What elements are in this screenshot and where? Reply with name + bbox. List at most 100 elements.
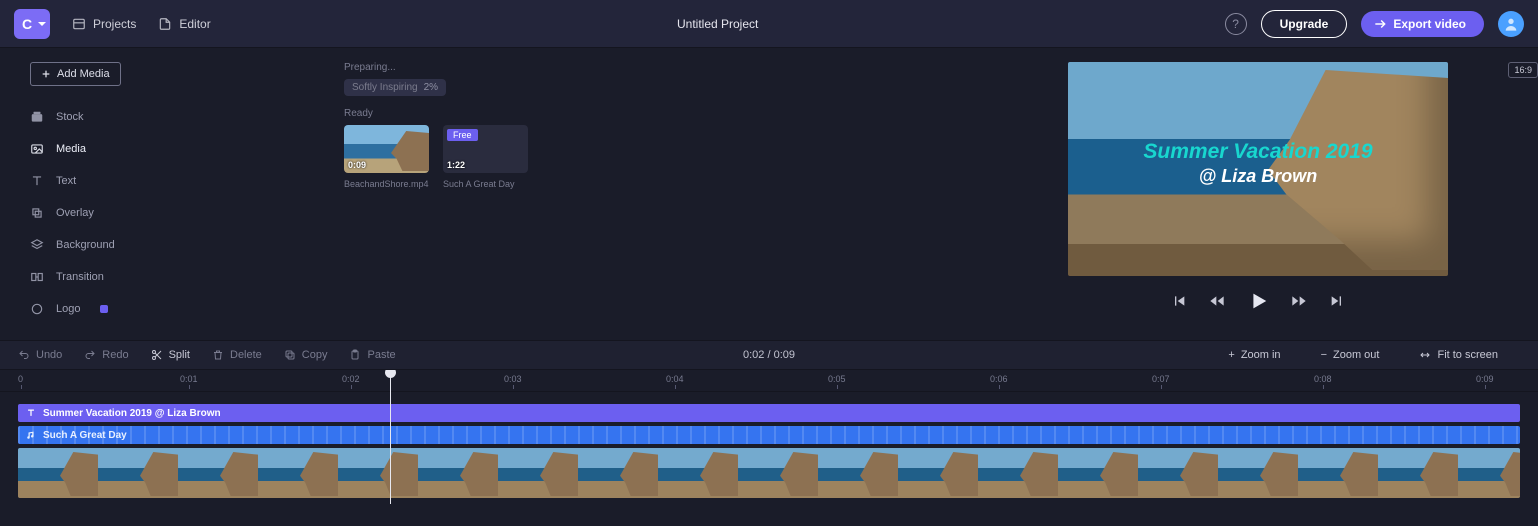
video-frame bbox=[178, 448, 258, 498]
header-right: ? Upgrade Export video bbox=[1225, 10, 1524, 38]
trash-icon bbox=[212, 349, 224, 361]
audio-track-label: Such A Great Day bbox=[43, 430, 127, 441]
user-icon bbox=[1503, 16, 1519, 32]
fit-button[interactable]: Fit to screen bbox=[1419, 349, 1498, 361]
delete-button[interactable]: Delete bbox=[212, 349, 262, 361]
video-track-clip[interactable] bbox=[18, 448, 1520, 498]
split-label: Split bbox=[169, 349, 190, 361]
app-logo-dropdown[interactable]: C bbox=[14, 9, 50, 39]
play-icon[interactable] bbox=[1247, 290, 1269, 312]
sidebar-item-media[interactable]: Media bbox=[30, 140, 328, 158]
playhead[interactable] bbox=[390, 370, 391, 504]
thumb-duration: 0:09 bbox=[348, 160, 366, 170]
text-icon bbox=[30, 174, 44, 188]
forward-icon[interactable] bbox=[1291, 293, 1307, 309]
zoom-out-button[interactable]: − Zoom out bbox=[1321, 349, 1380, 361]
ready-section-label: Ready bbox=[344, 108, 988, 119]
preparing-item-name: Softly Inspiring bbox=[352, 82, 418, 93]
media-thumb[interactable]: Free 1:22 Such A Great Day bbox=[443, 125, 528, 189]
video-frame bbox=[498, 448, 578, 498]
video-frame bbox=[658, 448, 738, 498]
rewind-icon[interactable] bbox=[1209, 293, 1225, 309]
video-frame bbox=[1218, 448, 1298, 498]
video-frame bbox=[898, 448, 978, 498]
zoom-in-icon: + bbox=[1228, 349, 1234, 361]
zoom-out-label: Zoom out bbox=[1333, 349, 1379, 361]
preview-panel: Summer Vacation 2019 @ Liza Brown 16:9 bbox=[998, 48, 1538, 340]
paste-label: Paste bbox=[367, 349, 395, 361]
media-thumb[interactable]: 0:09 BeachandShore.mp4 bbox=[344, 125, 429, 189]
video-frame bbox=[1458, 448, 1520, 498]
split-button[interactable]: Split bbox=[151, 349, 190, 361]
sidebar-item-overlay[interactable]: Overlay bbox=[30, 204, 328, 222]
timeline-toolbar: Undo Redo Split Delete Copy Paste 0:02 /… bbox=[0, 340, 1538, 370]
timeline-ruler[interactable]: 00:010:020:030:040:050:060:070:080:09 bbox=[0, 370, 1538, 392]
skip-start-icon[interactable] bbox=[1171, 293, 1187, 309]
audio-track-clip[interactable]: Such A Great Day bbox=[18, 426, 1520, 444]
redo-icon bbox=[84, 349, 96, 361]
skip-end-icon[interactable] bbox=[1329, 293, 1345, 309]
help-icon[interactable]: ? bbox=[1225, 13, 1247, 35]
thumb-caption: Such A Great Day bbox=[443, 179, 528, 189]
text-track-icon bbox=[26, 408, 36, 418]
video-frame bbox=[18, 448, 98, 498]
video-frame bbox=[418, 448, 498, 498]
undo-button[interactable]: Undo bbox=[18, 349, 62, 361]
sidebar-label: Transition bbox=[56, 271, 104, 283]
media-thumbs: 0:09 BeachandShore.mp4 Free 1:22 Such A … bbox=[344, 125, 988, 189]
thumb-badge: Free bbox=[447, 129, 478, 141]
sidebar-item-stock[interactable]: Stock bbox=[30, 108, 328, 126]
ruler-tick: 0:08 bbox=[1314, 374, 1332, 384]
ruler-tick: 0:03 bbox=[504, 374, 522, 384]
user-avatar[interactable] bbox=[1498, 11, 1524, 37]
export-label: Export video bbox=[1393, 17, 1466, 31]
text-track-clip[interactable]: Summer Vacation 2019 @ Liza Brown bbox=[18, 404, 1520, 422]
preparing-item[interactable]: Softly Inspiring 2% bbox=[344, 79, 446, 96]
editor-link[interactable]: Editor bbox=[158, 17, 210, 31]
timeline[interactable]: 00:010:020:030:040:050:060:070:080:09 Su… bbox=[0, 370, 1538, 526]
preview-canvas[interactable]: Summer Vacation 2019 @ Liza Brown bbox=[1068, 62, 1448, 276]
sidebar-label: Media bbox=[56, 143, 86, 155]
upgrade-button[interactable]: Upgrade bbox=[1261, 10, 1348, 38]
stock-icon bbox=[30, 110, 44, 124]
sidebar-label: Overlay bbox=[56, 207, 94, 219]
editor-label: Editor bbox=[179, 17, 210, 31]
side-nav: Stock Media Text Overlay Background Tran… bbox=[30, 108, 328, 318]
sidebar-item-transition[interactable]: Transition bbox=[30, 268, 328, 286]
add-media-button[interactable]: Add Media bbox=[30, 62, 121, 86]
export-button[interactable]: Export video bbox=[1361, 11, 1484, 37]
logo-new-badge bbox=[100, 305, 108, 313]
sidebar-item-background[interactable]: Background bbox=[30, 236, 328, 254]
thumb-preview: 0:09 bbox=[344, 125, 429, 173]
project-title[interactable]: Untitled Project bbox=[211, 17, 1225, 31]
player-controls bbox=[1171, 290, 1345, 312]
video-frame bbox=[258, 448, 338, 498]
video-frame bbox=[338, 448, 418, 498]
background-icon bbox=[30, 238, 44, 252]
plus-icon bbox=[41, 69, 51, 79]
fit-label: Fit to screen bbox=[1437, 349, 1498, 361]
zoom-in-button[interactable]: + Zoom in bbox=[1228, 349, 1280, 361]
overlay-icon bbox=[30, 206, 44, 220]
transition-icon bbox=[30, 270, 44, 284]
sidebar-item-logo[interactable]: Logo bbox=[30, 300, 328, 318]
copy-button[interactable]: Copy bbox=[284, 349, 328, 361]
video-frame bbox=[818, 448, 898, 498]
video-frame bbox=[978, 448, 1058, 498]
sidebar-label: Logo bbox=[56, 303, 80, 315]
projects-link[interactable]: Projects bbox=[72, 17, 136, 31]
thumb-duration: 1:22 bbox=[447, 160, 465, 170]
aspect-ratio-chip[interactable]: 16:9 bbox=[1508, 62, 1538, 78]
redo-label: Redo bbox=[102, 349, 128, 361]
projects-label: Projects bbox=[93, 17, 136, 31]
ruler-tick: 0:02 bbox=[342, 374, 360, 384]
sidebar-item-text[interactable]: Text bbox=[30, 172, 328, 190]
ruler-tick: 0:05 bbox=[828, 374, 846, 384]
thumb-preview: Free 1:22 bbox=[443, 125, 528, 173]
zoom-out-icon: − bbox=[1321, 349, 1327, 361]
redo-button[interactable]: Redo bbox=[84, 349, 128, 361]
video-frame bbox=[98, 448, 178, 498]
paste-button[interactable]: Paste bbox=[349, 349, 395, 361]
text-track-label: Summer Vacation 2019 @ Liza Brown bbox=[43, 408, 221, 419]
media-icon bbox=[30, 142, 44, 156]
